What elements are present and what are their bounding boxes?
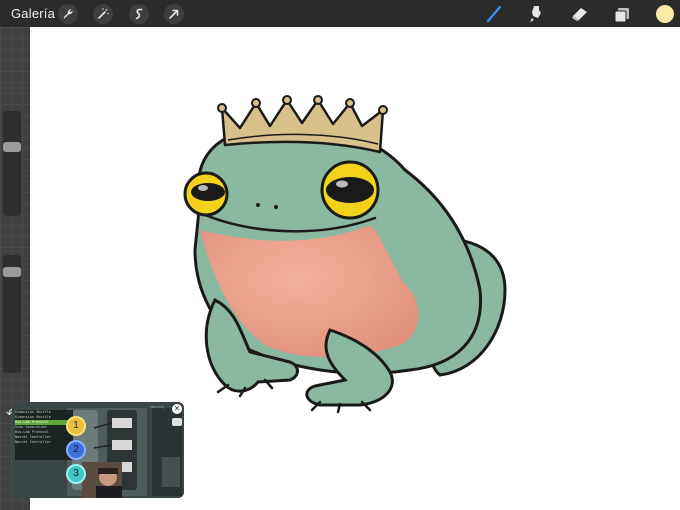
selection-icon[interactable] xyxy=(129,4,149,24)
pip-settings-icon[interactable]: ✕ xyxy=(172,404,182,414)
pip-task-list: Dimension Shuttle Dimension Shuttle Bio-… xyxy=(15,410,73,460)
magic-wand-icon[interactable] xyxy=(93,4,113,24)
pip-title: http://d.ly xyxy=(150,405,165,409)
layers-icon[interactable] xyxy=(611,3,633,25)
brush-size-thumb[interactable] xyxy=(3,142,21,152)
list-item: Neural Controller xyxy=(15,440,51,444)
pip-expand-icon[interactable] xyxy=(172,418,182,426)
top-toolbar: Galería xyxy=(0,0,680,27)
color-picker-button[interactable] xyxy=(656,5,674,23)
gallery-button[interactable]: Galería xyxy=(11,6,55,21)
step-1-badge: 1 xyxy=(66,416,86,436)
picture-in-picture-video[interactable]: Dimension Shuttle Dimension Shuttle Bio-… xyxy=(12,402,184,498)
smudge-icon[interactable] xyxy=(525,3,547,25)
opacity-thumb[interactable] xyxy=(3,267,21,277)
step-3-badge: 3 xyxy=(66,464,86,484)
transform-arrow-icon[interactable] xyxy=(164,4,184,24)
step-2-badge: 2 xyxy=(66,440,86,460)
wrench-icon[interactable] xyxy=(58,4,78,24)
brush-icon[interactable] xyxy=(483,3,505,25)
eraser-icon[interactable] xyxy=(569,3,591,25)
brush-size-slider[interactable] xyxy=(3,111,21,216)
